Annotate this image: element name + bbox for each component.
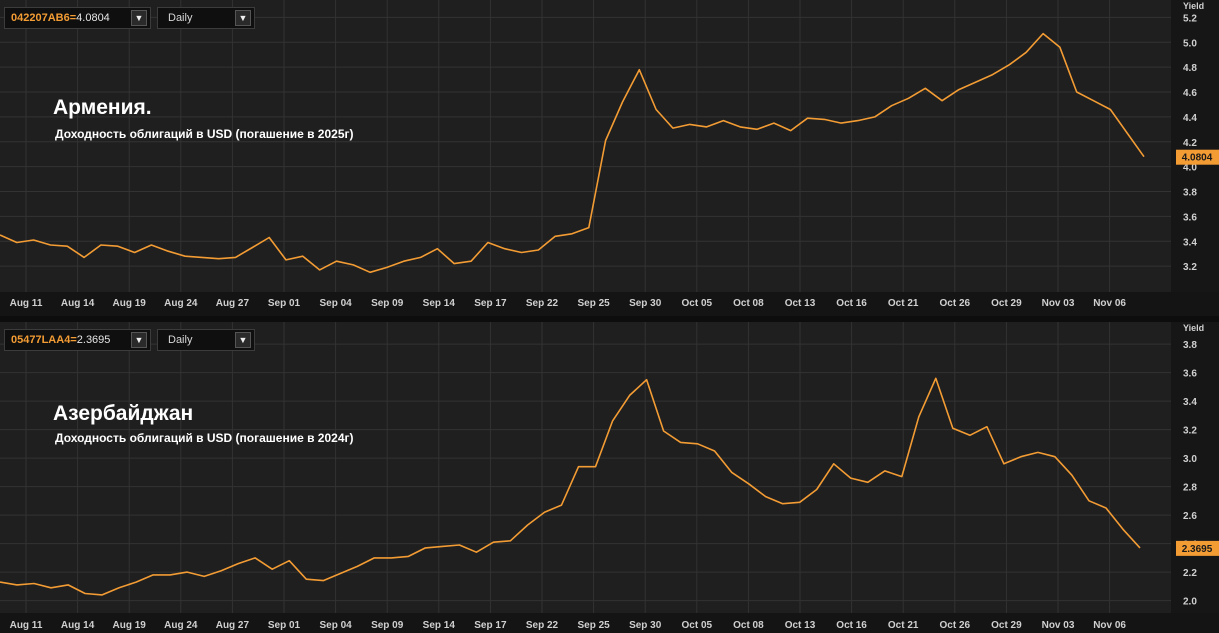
azerbaijan-x-tick-label: Nov 06 xyxy=(1093,620,1126,631)
armenia-symbol-code: 042207AB6 xyxy=(11,12,70,24)
chevron-down-icon[interactable]: ▼ xyxy=(131,332,147,348)
armenia-last-value-text: 4.0804 xyxy=(1182,153,1213,164)
armenia-y-tick-label: 5.0 xyxy=(1183,38,1197,49)
azerbaijan-x-tick-label: Sep 01 xyxy=(268,620,301,631)
azerbaijan-x-tick-label: Sep 14 xyxy=(423,620,456,631)
armenia-x-tick-label: Oct 16 xyxy=(836,298,867,309)
azerbaijan-y-axis-label: Yield xyxy=(1183,323,1204,333)
azerbaijan-symbol-selector[interactable]: 05477LAA4 = 2.3695 ▼ xyxy=(4,329,151,351)
armenia-title: Армения. xyxy=(53,96,152,119)
armenia-plot-area xyxy=(0,0,1171,292)
armenia-x-tick-label: Oct 21 xyxy=(888,298,919,309)
azerbaijan-period-label: Daily xyxy=(168,334,193,346)
azerbaijan-x-tick-label: Oct 21 xyxy=(888,620,919,631)
armenia-symbol-selector[interactable]: 042207AB6 = 4.0804 ▼ xyxy=(4,7,151,29)
armenia-x-tick-label: Sep 01 xyxy=(268,298,301,309)
armenia-x-tick-label: Nov 06 xyxy=(1093,298,1126,309)
armenia-y-tick-label: 3.4 xyxy=(1183,237,1197,248)
armenia-x-tick-label: Aug 19 xyxy=(113,298,147,309)
armenia-x-tick-label: Oct 13 xyxy=(785,298,816,309)
armenia-period-label: Daily xyxy=(168,12,193,24)
azerbaijan-x-tick-label: Sep 09 xyxy=(371,620,404,631)
armenia-y-tick-label: 4.8 xyxy=(1183,63,1197,74)
azerbaijan-x-tick-label: Aug 14 xyxy=(61,620,95,631)
armenia-x-tick-label: Aug 24 xyxy=(164,298,198,309)
azerbaijan-x-tick-label: Aug 19 xyxy=(113,620,147,631)
azerbaijan-y-tick-label: 3.2 xyxy=(1183,426,1197,437)
armenia-period-selector[interactable]: Daily ▼ xyxy=(157,7,255,29)
armenia-x-tick-label: Aug 27 xyxy=(216,298,250,309)
azerbaijan-y-tick-label: 2.8 xyxy=(1183,483,1197,494)
armenia-y-axis-label: Yield xyxy=(1183,1,1204,11)
azerbaijan-y-tick-label: 3.8 xyxy=(1183,340,1197,351)
armenia-x-tick-label: Oct 29 xyxy=(991,298,1022,309)
azerbaijan-toolbar: 05477LAA4 = 2.3695 ▼ Daily ▼ xyxy=(4,329,255,351)
armenia-x-tick-label: Sep 14 xyxy=(423,298,456,309)
azerbaijan-x-tick-label: Sep 25 xyxy=(577,620,610,631)
armenia-subtitle: Доходность облигаций в USD (погашение в … xyxy=(55,127,354,141)
chevron-down-icon[interactable]: ▼ xyxy=(235,332,251,348)
azerbaijan-x-tick-label: Sep 04 xyxy=(319,620,352,631)
chevron-down-icon[interactable]: ▼ xyxy=(131,10,147,26)
azerbaijan-period-selector[interactable]: Daily ▼ xyxy=(157,329,255,351)
armenia-x-tick-label: Sep 25 xyxy=(577,298,610,309)
armenia-x-tick-label: Sep 17 xyxy=(474,298,507,309)
azerbaijan-y-tick-label: 3.6 xyxy=(1183,369,1197,380)
azerbaijan-symbol-value: 2.3695 xyxy=(76,334,111,346)
azerbaijan-y-tick-label: 3.0 xyxy=(1183,454,1197,465)
azerbaijan-x-tick-label: Aug 27 xyxy=(216,620,250,631)
armenia-y-tick-label: 4.6 xyxy=(1183,88,1197,99)
armenia-toolbar: 042207AB6 = 4.0804 ▼ Daily ▼ xyxy=(4,7,255,29)
armenia-y-tick-label: 4.2 xyxy=(1183,138,1197,149)
armenia-y-tick-label: 3.8 xyxy=(1183,188,1197,199)
azerbaijan-x-tick-label: Oct 08 xyxy=(733,620,764,631)
azerbaijan-symbol-code: 05477LAA4 xyxy=(11,334,71,346)
armenia-x-tick-label: Oct 08 xyxy=(733,298,764,309)
azerbaijan-x-tick-label: Nov 03 xyxy=(1042,620,1075,631)
azerbaijan-last-value-text: 2.3695 xyxy=(1182,544,1213,555)
armenia-y-tick-label: 4.4 xyxy=(1183,113,1197,124)
azerbaijan-y-tick-label: 2.2 xyxy=(1183,568,1197,579)
azerbaijan-x-tick-label: Sep 17 xyxy=(474,620,507,631)
azerbaijan-x-tick-label: Oct 16 xyxy=(836,620,867,631)
azerbaijan-y-tick-label: 3.4 xyxy=(1183,397,1197,408)
armenia-y-tick-label: 3.2 xyxy=(1183,262,1197,273)
armenia-x-tick-label: Aug 14 xyxy=(61,298,95,309)
armenia-y-tick-label: 5.2 xyxy=(1183,13,1197,24)
armenia-symbol-value: 4.0804 xyxy=(76,12,110,24)
armenia-x-tick-label: Oct 05 xyxy=(682,298,713,309)
azerbaijan-x-tick-label: Oct 29 xyxy=(991,620,1022,631)
armenia-x-tick-label: Aug 11 xyxy=(10,298,43,309)
armenia-x-tick-label: Nov 03 xyxy=(1042,298,1075,309)
azerbaijan-x-tick-label: Oct 13 xyxy=(785,620,816,631)
azerbaijan-x-tick-label: Aug 24 xyxy=(164,620,198,631)
armenia-x-tick-label: Sep 09 xyxy=(371,298,404,309)
azerbaijan-x-tick-label: Aug 11 xyxy=(10,620,43,631)
azerbaijan-chart-panel: Aug 11 Aug 14 Aug 19 Aug 24 Aug 27 Sep 01 Sep … xyxy=(0,322,1219,633)
azerbaijan-subtitle: Доходность облигаций в USD (погашение в … xyxy=(55,431,354,445)
armenia-chart-panel: Aug 11 Aug 14 Aug 19 Aug 24 Aug 27 Sep 01 Sep … xyxy=(0,0,1219,316)
azerbaijan-title: Азербайджан xyxy=(53,402,194,425)
azerbaijan-x-tick-label: Sep 22 xyxy=(526,620,559,631)
armenia-yield-chart[interactable]: Aug 11 Aug 14 Aug 19 Aug 24 Aug 27 Sep 01 Sep … xyxy=(0,0,1219,316)
armenia-x-tick-label: Sep 22 xyxy=(526,298,559,309)
azerbaijan-y-tick-label: 2.0 xyxy=(1183,597,1197,608)
azerbaijan-yield-chart[interactable]: Aug 11 Aug 14 Aug 19 Aug 24 Aug 27 Sep 01 Sep … xyxy=(0,322,1219,633)
chevron-down-icon[interactable]: ▼ xyxy=(235,10,251,26)
armenia-x-tick-label: Oct 26 xyxy=(940,298,971,309)
armenia-y-tick-label: 3.6 xyxy=(1183,212,1197,223)
azerbaijan-x-tick-label: Oct 05 xyxy=(682,620,713,631)
azerbaijan-x-tick-label: Sep 30 xyxy=(629,620,662,631)
azerbaijan-y-tick-label: 2.6 xyxy=(1183,511,1197,522)
armenia-x-tick-label: Sep 30 xyxy=(629,298,662,309)
azerbaijan-x-tick-label: Oct 26 xyxy=(940,620,971,631)
armenia-x-tick-label: Sep 04 xyxy=(319,298,352,309)
